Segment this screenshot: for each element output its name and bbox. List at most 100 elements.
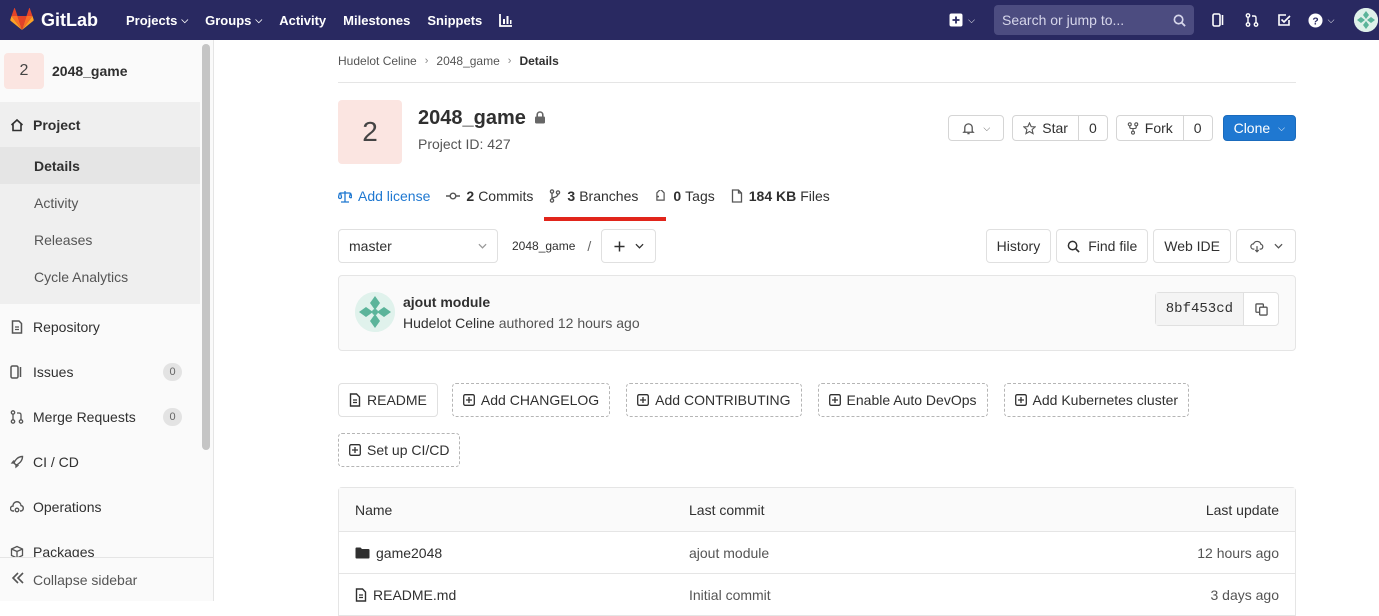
sidebar-item-issues[interactable]: Issues 0 [0, 349, 200, 394]
collapse-sidebar-button[interactable]: Collapse sidebar [0, 557, 213, 601]
sidebar-item-operations[interactable]: Operations [0, 484, 200, 529]
add-kubernetes-cluster-button[interactable]: Add Kubernetes cluster [1003, 383, 1190, 417]
find-file-button[interactable]: Find file [1056, 229, 1149, 263]
star-label: Star [1042, 120, 1068, 136]
fork-icon [1127, 121, 1139, 135]
commit-author-avatar[interactable] [355, 292, 395, 332]
sidebar-project-section: Project Details Activity Releases Cycle … [0, 102, 200, 304]
readme-button[interactable]: README [338, 383, 438, 417]
sidebar-item-label: Project [33, 116, 81, 133]
add-contributing-button[interactable]: Add CONTRIBUTING [626, 383, 802, 417]
folder-icon [355, 547, 370, 559]
branch-selector[interactable]: master [338, 229, 498, 263]
copy-sha-button[interactable] [1243, 293, 1278, 325]
help-dropdown-button[interactable]: ? ⌵ [1296, 5, 1346, 35]
sidebar-item-label: CI / CD [33, 453, 79, 470]
main-nav: Projects ⌵ Groups ⌵ Activity Milestones Sn… [119, 0, 523, 40]
star-button[interactable]: Star [1013, 116, 1078, 140]
doc-icon [9, 319, 25, 335]
branches-link[interactable]: 3 Branches [549, 188, 638, 204]
sidebar-subitem-activity[interactable]: Activity [0, 184, 200, 221]
add-to-tree-dropdown[interactable] [601, 229, 657, 263]
file-last-commit[interactable]: ajout module [689, 545, 769, 561]
nav-projects[interactable]: Projects ⌵ [119, 5, 195, 35]
new-dropdown-button[interactable]: ⌵ [944, 5, 980, 35]
commits-count: 2 [466, 188, 475, 204]
commit-sha[interactable]: 8bf453cd [1155, 293, 1243, 325]
search-box[interactable] [994, 5, 1194, 35]
file-last-commit[interactable]: Initial commit [689, 587, 771, 603]
enable-auto-devops-label: Enable Auto DevOps [846, 392, 977, 408]
fork-button-group: Fork 0 [1115, 115, 1213, 141]
file-name-cell[interactable]: README.md [355, 587, 456, 603]
table-row[interactable]: game2048 ajout module 12 hours ago [339, 531, 1295, 573]
sidebar-item-ci-cd[interactable]: CI / CD [0, 439, 200, 484]
enable-auto-devops-button[interactable]: Enable Auto DevOps [817, 383, 988, 417]
user-avatar[interactable] [1354, 8, 1378, 32]
project-avatar: 2 [4, 53, 44, 89]
nav-milestones[interactable]: Milestones [336, 5, 417, 35]
notification-dropdown-button[interactable]: ⌵ [948, 115, 1005, 141]
project-id: Project ID: 427 [418, 136, 511, 152]
sidebar-scrollbar[interactable] [202, 44, 210, 450]
sidebar-item-repository[interactable]: Repository [0, 304, 200, 349]
issues-icon [1212, 13, 1224, 27]
clone-dropdown-button[interactable]: Clone ⌵ [1222, 115, 1296, 141]
tags-label: Tags [685, 188, 715, 204]
files-link[interactable]: 184 KB Files [731, 188, 830, 204]
gitlab-logo[interactable]: GitLab [10, 0, 98, 40]
web-ide-button[interactable]: Web IDE [1153, 229, 1231, 263]
tags-link[interactable]: 0 Tags [654, 188, 715, 204]
branches-label: Branches [579, 188, 639, 204]
merge-requests-nav-button[interactable] [1232, 5, 1272, 35]
star-count[interactable]: 0 [1077, 116, 1107, 140]
sidebar-subitem-cycle-analytics[interactable]: Cycle Analytics [0, 258, 200, 295]
commit-author[interactable]: Hudelot Celine [403, 315, 495, 331]
add-license-link[interactable]: Add license [338, 188, 430, 204]
sidebar-subitem-details[interactable]: Details [0, 147, 200, 184]
repo-root-link[interactable]: 2048_game [512, 239, 575, 253]
star-button-group: Star 0 [1012, 115, 1108, 141]
plus-square-icon [462, 394, 475, 406]
add-contributing-label: Add CONTRIBUTING [655, 392, 791, 408]
chevron-down-icon: ⌵ [255, 14, 263, 25]
chevron-down-icon [635, 243, 644, 249]
clone-label: Clone [1233, 120, 1271, 136]
cloud-download-icon [1249, 240, 1263, 253]
cloud-gear-icon [9, 499, 25, 515]
chevron-down-icon: ⌵ [968, 14, 975, 25]
sidebar-item-merge-requests[interactable]: Merge Requests 0 [0, 394, 200, 439]
nav-groups[interactable]: Groups ⌵ [198, 5, 269, 35]
file-name: game2048 [376, 544, 443, 561]
plus-square-icon [949, 13, 963, 27]
setup-ci-cd-button[interactable]: Set up CI/CD [338, 433, 461, 467]
commits-link[interactable]: 2 Commits [446, 188, 533, 204]
breadcrumb-project[interactable]: 2048_game [436, 54, 499, 68]
copy-icon [1254, 302, 1268, 316]
fork-count[interactable]: 0 [1182, 116, 1212, 140]
last-commit-panel: ajout module Hudelot Celine authored 12 … [338, 275, 1296, 351]
history-button[interactable]: History [985, 229, 1052, 263]
fork-button[interactable]: Fork [1117, 116, 1183, 140]
sidebar-item-project[interactable]: Project [0, 102, 200, 147]
breadcrumb-current[interactable]: Details [519, 54, 558, 68]
nav-analytics[interactable] [492, 5, 520, 35]
readme-label: README [367, 392, 427, 408]
file-name-cell[interactable]: game2048 [355, 545, 442, 561]
commit-icon [446, 191, 461, 201]
table-row[interactable]: README.md Initial commit 3 days ago [339, 573, 1295, 615]
breadcrumb-owner[interactable]: Hudelot Celine [338, 54, 417, 68]
sidebar-subitem-releases[interactable]: Releases [0, 221, 200, 258]
download-dropdown-button[interactable] [1236, 229, 1296, 263]
repo-toolbar: master 2048_game / History Find file Web… [338, 229, 1296, 263]
sidebar-project-header[interactable]: 2 2048_game [0, 40, 213, 102]
issues-nav-button[interactable] [1206, 5, 1232, 35]
nav-snippets[interactable]: Snippets [420, 5, 489, 35]
search-input[interactable] [1002, 12, 1162, 28]
setup-ci-cd-label: Set up CI/CD [367, 442, 450, 458]
todos-nav-button[interactable] [1272, 5, 1296, 35]
commit-title[interactable]: ajout module [403, 294, 490, 310]
nav-activity[interactable]: Activity [272, 5, 333, 35]
file-last-update: 12 hours ago [1197, 544, 1279, 561]
add-changelog-button[interactable]: Add CHANGELOG [451, 383, 611, 417]
